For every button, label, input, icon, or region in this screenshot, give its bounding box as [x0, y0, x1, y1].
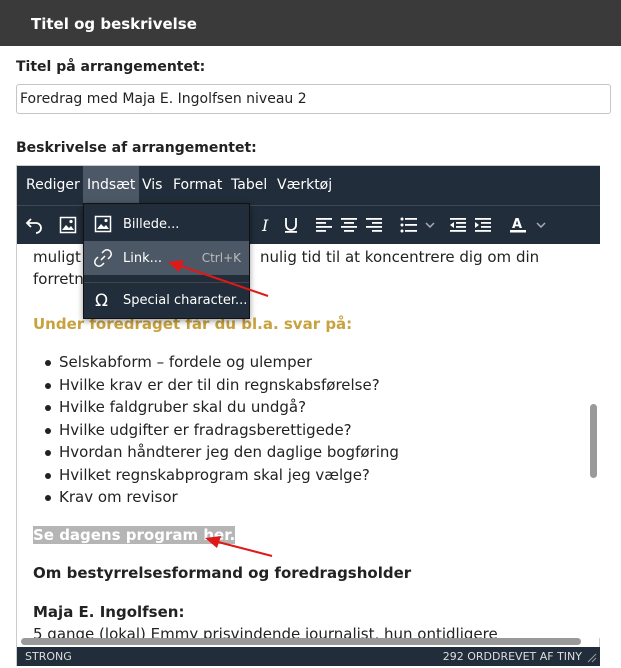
- menu-item-link[interactable]: Link... Ctrl+K: [84, 241, 249, 275]
- list-item: Hvilke krav er der til din regnskabsføre…: [45, 376, 380, 394]
- menu-format[interactable]: Format: [173, 166, 222, 205]
- list-item: Hvilke udgifter er fradragsberettigede?: [45, 421, 352, 439]
- undo-icon[interactable]: [21, 212, 47, 238]
- editor-menubar: Rediger Indsæt Vis Format Tabel Værktøj: [17, 166, 600, 205]
- menu-vaerktoj[interactable]: Værktøj: [277, 166, 332, 205]
- element-path[interactable]: STRONG: [25, 650, 72, 663]
- resize-handle-icon[interactable]: [587, 653, 597, 663]
- menu-item-label: Special character...: [123, 293, 248, 308]
- word-count: 292 ORDDREVET AF TINY: [442, 650, 582, 663]
- menu-tabel[interactable]: Tabel: [231, 166, 267, 205]
- title-label: Titel på arrangementet:: [16, 59, 206, 75]
- list-item: Krav om revisor: [45, 488, 178, 506]
- panel-header: Titel og beskrivelse: [0, 0, 621, 46]
- outdent-icon[interactable]: [445, 212, 471, 238]
- omega-icon: Ω: [95, 291, 108, 309]
- panel-title: Titel og beskrivelse: [31, 15, 197, 33]
- list-item: Hvilke faldgruber skal du undgå?: [44, 398, 307, 416]
- menu-rediger[interactable]: Rediger: [26, 166, 80, 205]
- bullet-list-icon[interactable]: [396, 212, 422, 238]
- align-right-icon[interactable]: [361, 212, 387, 238]
- content-line: 5 gange (lokal) Emmy prisvindende journa…: [33, 625, 498, 638]
- insert-menu-dropdown: Billede... Link... Ctrl+K Ω Special char…: [83, 203, 250, 319]
- menu-item-special-character[interactable]: Ω Special character...: [84, 283, 249, 317]
- menu-item-label: Link...: [123, 251, 163, 266]
- menu-vis[interactable]: Vis: [142, 166, 162, 205]
- vertical-scrollbar[interactable]: [587, 244, 600, 638]
- menu-item-image[interactable]: Billede...: [84, 207, 249, 241]
- indent-icon[interactable]: [470, 212, 496, 238]
- image-icon: [94, 215, 112, 233]
- list-item: Selskabform – fordele og ulemper: [44, 353, 313, 371]
- svg-text:Ω: Ω: [95, 291, 108, 309]
- list-item: Hvilket regnskabprogram skal jeg vælge?: [45, 466, 370, 484]
- description-label: Beskrivelse af arrangementet:: [16, 140, 257, 156]
- selected-text: Se dagens program her.: [33, 526, 236, 544]
- content-line: nulig tid til at koncentrere dig om din: [260, 248, 540, 266]
- text-color-chevron-icon[interactable]: [533, 212, 549, 238]
- content-subheading: Om bestyrrelsesformand og foredragsholde…: [33, 564, 412, 582]
- text-color-icon[interactable]: A: [505, 212, 531, 238]
- italic-icon[interactable]: I: [253, 212, 279, 238]
- chevron-down-icon[interactable]: [422, 212, 438, 238]
- svg-text:I: I: [261, 217, 269, 233]
- vertical-scrollbar-thumb[interactable]: [590, 404, 597, 478]
- underline-icon[interactable]: [278, 212, 304, 238]
- menu-item-label: Billede...: [123, 217, 180, 232]
- editor-statusbar: STRONG 292 ORDDREVET AF TINY: [17, 647, 600, 666]
- horizontal-scrollbar-thumb[interactable]: [21, 638, 581, 645]
- align-center-icon[interactable]: [336, 212, 362, 238]
- menu-indsaet[interactable]: Indsæt: [83, 166, 140, 205]
- align-left-icon[interactable]: [311, 212, 337, 238]
- title-input[interactable]: [16, 84, 611, 114]
- content-line: muligt: [33, 248, 81, 266]
- list-item: Hvordan håndterer jeg den daglige bogfør…: [45, 443, 399, 461]
- menu-item-shortcut: Ctrl+K: [201, 251, 241, 265]
- content-line: forretn: [33, 270, 84, 288]
- link-icon: [94, 249, 112, 267]
- content-subheading: Maja E. Ingolfsen:: [33, 603, 185, 621]
- svg-text:A: A: [512, 217, 522, 232]
- insert-image-icon[interactable]: [55, 212, 81, 238]
